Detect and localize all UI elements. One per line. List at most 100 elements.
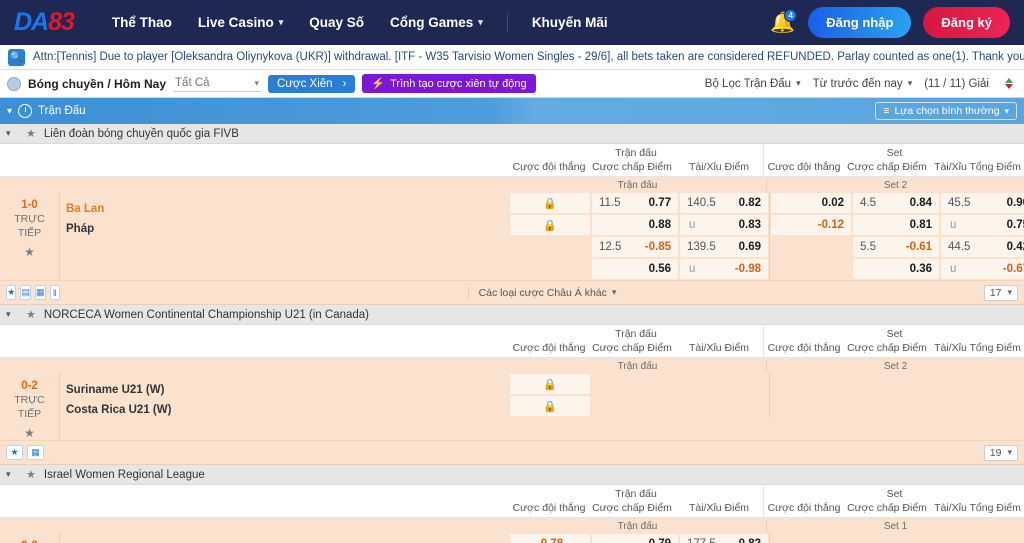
chevron-down-icon: ▾ [1004, 105, 1009, 116]
period-label-set: Set 2 [883, 360, 908, 372]
tv-icon[interactable]: ▤ [20, 285, 31, 300]
site-logo[interactable]: DA 83 [14, 8, 75, 37]
odds-cell[interactable]: 140.5 0.82 [680, 193, 768, 213]
favorite-match-star-icon[interactable]: ★ [0, 245, 59, 259]
odds-cell[interactable]: 44.5 0.42 [941, 237, 1024, 257]
nav-cong-games[interactable]: Cổng Games ▾ [378, 9, 495, 36]
sort-toggle-button[interactable] [1001, 78, 1017, 89]
collapse-live-section-icon[interactable]: ▾ [7, 106, 12, 117]
auto-parlay-builder-button[interactable]: ⚡ Trình tạo cược xiên tự động [362, 74, 536, 93]
odds-cell[interactable]: u -0.98 [680, 259, 768, 279]
odds-cell-empty [771, 259, 851, 279]
odds-column-set_hdp [852, 533, 940, 543]
odds-cell-locked[interactable]: 🔒 [510, 215, 590, 235]
odds-cell[interactable]: 0.79 [592, 534, 678, 543]
notification-bell-button[interactable]: 🔔 4 [770, 8, 798, 36]
favorite-match-star-icon[interactable]: ★ [0, 426, 59, 440]
odds-cell[interactable]: 11.5 0.77 [592, 193, 678, 213]
league-header[interactable]: ▾ ★ Liên đoàn bóng chuyền quốc gia FIVB [0, 124, 1024, 144]
other-asian-odds-toggle[interactable]: Các loại cược Châu Á khác ▾ [467, 286, 616, 299]
time-filter-label: Từ trước đến nay [812, 77, 903, 90]
odds-price-value: -0.61 [905, 241, 932, 253]
odds-cell-empty [941, 374, 1024, 394]
odds-cell-locked[interactable]: 🔒 [510, 374, 590, 394]
favorite-league-star-icon[interactable]: ★ [26, 127, 36, 140]
odds-cell[interactable]: u -0.67 [941, 259, 1024, 279]
odds-line-value: 45.5 [948, 197, 971, 209]
home-team-name[interactable]: Ba Lan [66, 199, 509, 219]
odds-cell[interactable]: 4.5 0.84 [853, 193, 939, 213]
collapse-league-icon[interactable]: ▾ [6, 128, 18, 139]
odds-column-ou: 177.50.82u0.79 [679, 533, 770, 543]
match-odds-area: 🔒 🔒 11.5 0.77 0.88 140.5 0.82 u 0.83 0.02 -0.12 4.5… [509, 192, 1024, 280]
odds-price-value: 0.75 [1006, 219, 1024, 231]
favorite-league-star-icon[interactable]: ★ [26, 468, 36, 481]
odds-cell[interactable]: 139.5 0.69 [680, 237, 768, 257]
odds-cell-empty [853, 396, 939, 416]
match-filter-dropdown[interactable]: Bộ Lọc Trận Đấu ▾ [705, 78, 801, 90]
list-view-icon: ≡ [883, 105, 890, 117]
more-markets-count[interactable]: 19 ▾ [983, 444, 1018, 461]
odds-cell[interactable]: -0.78 [510, 534, 590, 543]
column-header: Cược chấp Điểm [847, 161, 927, 173]
odds-cell[interactable]: 0.36 [853, 259, 939, 279]
star-icon[interactable]: ★ [6, 285, 17, 300]
calendar-icon[interactable]: ▦ [35, 285, 46, 300]
odds-cell[interactable]: 12.5 -0.85 [592, 237, 678, 257]
odds-cell[interactable]: -0.12 [771, 215, 851, 235]
league-header[interactable]: ▾ ★ Israel Women Regional League [0, 465, 1024, 485]
odds-cell[interactable]: 0.88 [592, 215, 678, 235]
live-status-line1: TRỰC [14, 394, 45, 406]
register-button[interactable]: Đăng ký [923, 7, 1010, 38]
match-row: 1-0 TRỰC TIẾP ★ Ba Lan Pháp 🔒 🔒 11.5 0.77 0.88 140.… [0, 192, 1024, 280]
collapse-league-icon[interactable]: ▾ [6, 309, 18, 320]
time-filter-dropdown[interactable]: Từ trước đến nay ▾ [813, 78, 913, 90]
odds-cell[interactable]: u 0.75 [941, 215, 1024, 235]
logo-83-text: 83 [48, 8, 75, 36]
odds-cell-empty [510, 237, 590, 257]
odds-cell[interactable]: u 0.83 [680, 215, 768, 235]
star-icon[interactable]: ★ [6, 445, 23, 460]
odds-cell[interactable]: 0.02 [771, 193, 851, 213]
column-group: Trận đấu Cược đội thắng Cược chấp Điểm Tài/… [509, 485, 764, 517]
odds-cell[interactable]: 5.5 -0.61 [853, 237, 939, 257]
nav-quay-so[interactable]: Quay Số [297, 9, 376, 36]
home-team-name[interactable]: Suriname U21 (W) [66, 380, 509, 400]
display-option-dropdown[interactable]: ≡ Lựa chọn bình thường ▾ [875, 102, 1017, 120]
column-header: Cược chấp Điểm [847, 342, 927, 354]
odds-cell-locked[interactable]: 🔒 [510, 193, 590, 213]
all-leagues-select[interactable]: Tất Cả ▾ [173, 75, 262, 92]
league-count-label: (11 / 11) Giải [924, 77, 989, 90]
period-subheader: Trận đấu Set 2 [0, 358, 1024, 373]
away-team-name[interactable]: Pháp [66, 219, 509, 239]
odds-line-value: 139.5 [687, 241, 716, 253]
odds-cell-locked[interactable]: 🔒 [510, 396, 590, 416]
lock-icon: 🔒 [543, 197, 557, 210]
chevron-down-icon: ▾ [278, 17, 284, 27]
match-footer-middle: Các loại cược Châu Á khác ▾ [60, 286, 1024, 299]
nav-khuyen-mai[interactable]: Khuyến Mãi [520, 9, 620, 36]
odds-cell-empty [941, 534, 1024, 543]
stats-icon[interactable]: ‖ [49, 285, 60, 300]
collapse-league-icon[interactable]: ▾ [6, 469, 18, 480]
match-list-container[interactable]: ▾ ★ Liên đoàn bóng chuyền quốc gia FIVB Trậ… [0, 124, 1024, 543]
search-icon[interactable]: 🔍 [8, 48, 25, 66]
favorite-league-star-icon[interactable]: ★ [26, 308, 36, 321]
filter-right-group: Bộ Lọc Trận Đấu ▾ Từ trước đến nay ▾ (11… [705, 78, 1017, 90]
more-markets-count[interactable]: 17 ▾ [983, 284, 1018, 301]
odds-cell[interactable]: 177.5 0.82 [680, 534, 768, 543]
odds-cell[interactable]: 0.81 [853, 215, 939, 235]
column-header-spacer [0, 144, 509, 176]
away-team-name[interactable]: Costa Rica U21 (W) [66, 400, 509, 420]
odds-cell[interactable]: 0.56 [592, 259, 678, 279]
nav-the-thao[interactable]: Thể Thao [100, 9, 184, 36]
nav-live-casino[interactable]: Live Casino ▾ [186, 9, 295, 36]
bolt-icon: ⚡ [371, 78, 386, 90]
parlay-button[interactable]: Cược Xiên › [268, 74, 356, 93]
logo-da-text: DA [14, 8, 49, 36]
league-header[interactable]: ▾ ★ NORCECA Women Continental Championship… [0, 305, 1024, 325]
calendar-icon[interactable]: ▦ [27, 445, 44, 460]
odds-column-hdp: 12.5 -0.85 0.56 [591, 236, 679, 280]
login-button[interactable]: Đăng nhập [808, 7, 912, 38]
odds-cell[interactable]: 45.5 0.90 [941, 193, 1024, 213]
